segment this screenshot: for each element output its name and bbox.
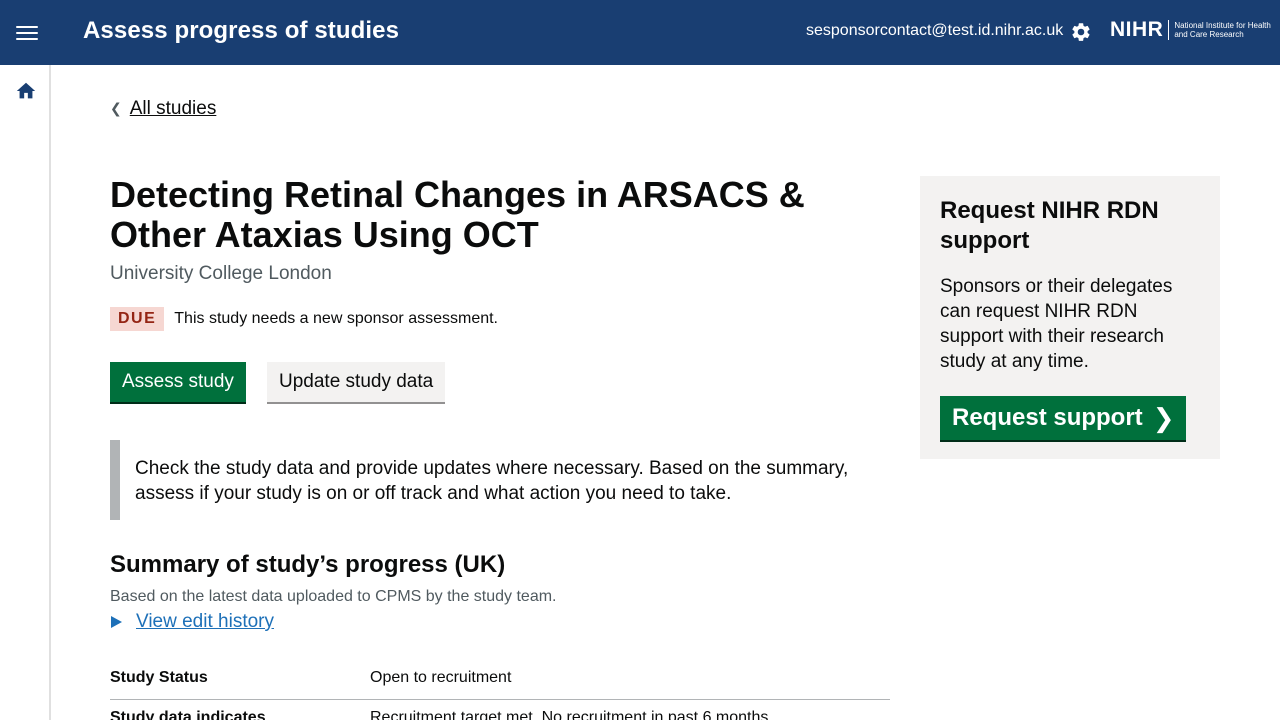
app-title: Assess progress of studies	[83, 17, 400, 44]
home-icon[interactable]	[15, 80, 37, 102]
request-support-label: Request support	[952, 404, 1143, 431]
chevron-left-icon: ❮	[110, 99, 122, 116]
sidebar	[0, 65, 51, 720]
status-badge: DUE	[110, 307, 165, 331]
menu-icon[interactable]	[16, 23, 38, 43]
update-study-data-button[interactable]: Update study data	[267, 362, 446, 402]
status-text: This study needs a new sponsor assessmen…	[174, 310, 498, 327]
organisation: University College London	[110, 263, 332, 284]
caret-right-icon	[111, 616, 122, 628]
support-panel-body: Sponsors or their delegates can request …	[940, 276, 1173, 372]
summary-row-key: Study Status	[110, 669, 208, 686]
nihr-logo: NIHR National Institute for Health and C…	[1110, 18, 1274, 42]
summary-row-value: Recruitment target met, No recruitment i…	[370, 709, 769, 720]
assess-study-button[interactable]: Assess study	[110, 362, 246, 402]
summary-row-key: Study data indicates	[110, 709, 266, 720]
logo-sub: National Institute for Health and Care R…	[1174, 21, 1271, 39]
back-link-label: All studies	[129, 98, 217, 119]
support-panel-title: Request NIHR RDN support	[940, 197, 1159, 254]
inset-text: Check the study data and provide updates…	[110, 440, 890, 520]
summary-row: Study data indicates Recruitment target …	[110, 709, 890, 720]
view-edit-history-toggle[interactable]: View edit history	[110, 611, 274, 633]
logo-main: NIHR	[1110, 18, 1164, 41]
support-panel: Request NIHR RDN support Sponsors or the…	[920, 176, 1220, 459]
chevron-right-icon: ❯	[1152, 402, 1175, 433]
status-row: DUE This study needs a new sponsor asses…	[110, 307, 498, 331]
gear-icon[interactable]	[1070, 21, 1092, 43]
request-support-button[interactable]: Request support ❯	[940, 396, 1187, 440]
summary-row: Study Status Open to recruitment	[110, 669, 890, 700]
page-title: Detecting Retinal Changes in ARSACS & Ot…	[110, 174, 805, 255]
view-edit-history-label: View edit history	[136, 611, 274, 632]
summary-subtext: Based on the latest data uploaded to CPM…	[110, 588, 557, 605]
user-email: sesponsorcontact@test.id.nihr.ac.uk	[806, 22, 1064, 39]
summary-heading: Summary of study’s progress (UK)	[110, 551, 506, 578]
summary-row-value: Open to recruitment	[370, 669, 512, 686]
app-header: Assess progress of studies sesponsorcont…	[0, 0, 1280, 65]
logo-divider	[1168, 20, 1170, 40]
back-link[interactable]: ❮ All studies	[110, 98, 216, 120]
